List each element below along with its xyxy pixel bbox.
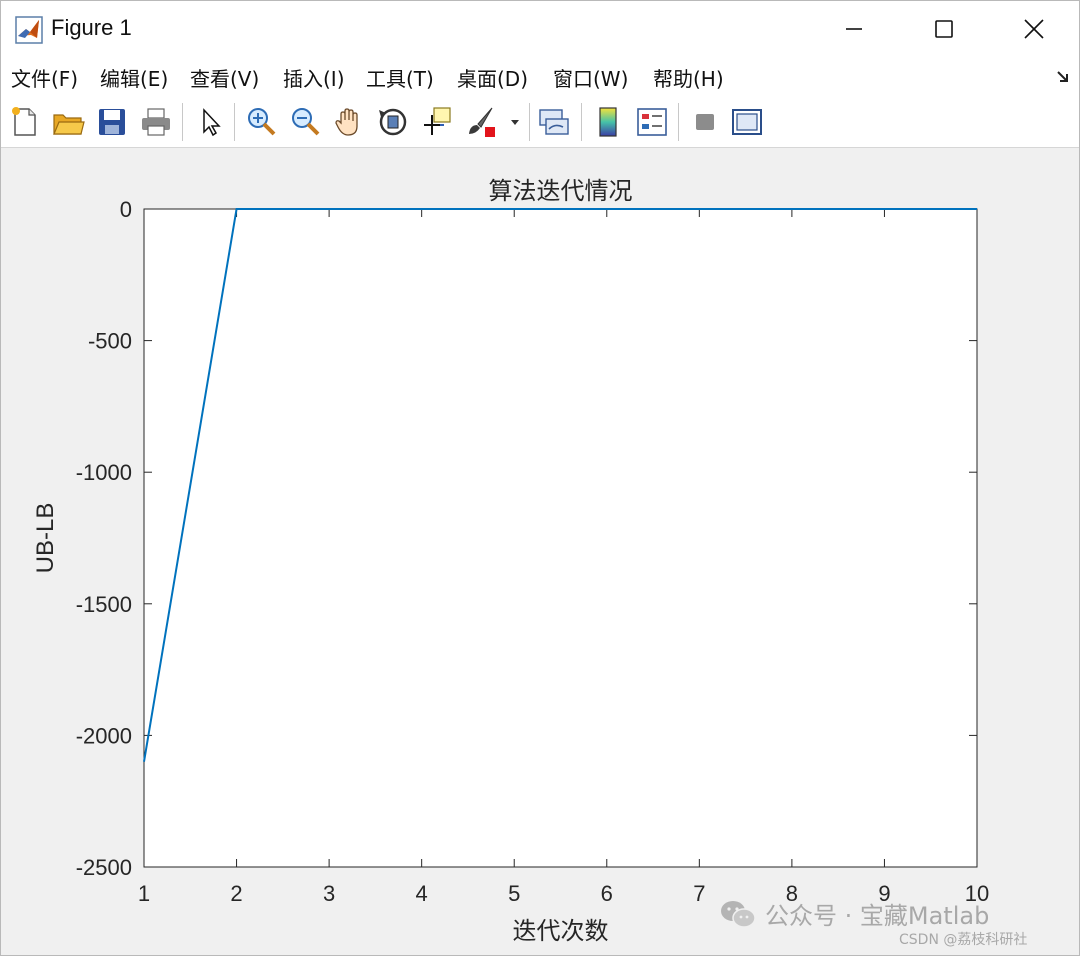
brush-dropdown-button[interactable] (506, 105, 524, 139)
show-tools-icon (732, 109, 762, 135)
close-button[interactable] (989, 1, 1079, 57)
figure-window: Figure 1 文件(F) 编辑(E) 查看(V) 插入(I) 工具(T) 桌… (0, 0, 1080, 956)
open-file-button[interactable] (51, 105, 85, 139)
new-figure-button[interactable] (7, 105, 41, 139)
y-tick-label: -1000 (76, 460, 132, 485)
menu-help[interactable]: 帮助(H) (653, 63, 724, 92)
zoom-in-button[interactable] (244, 105, 278, 139)
pointer-button[interactable] (194, 105, 228, 139)
show-tools-button[interactable] (730, 105, 764, 139)
colorbar-icon (599, 107, 617, 137)
link-plot-icon (539, 109, 569, 135)
y-tick-label: 0 (120, 197, 132, 222)
x-tick-label: 7 (693, 881, 705, 906)
pan-hand-icon (335, 108, 358, 136)
maximize-button[interactable] (899, 1, 989, 57)
x-tick-label: 6 (601, 881, 613, 906)
menu-insert[interactable]: 插入(I) (283, 63, 345, 92)
toolbar-separator (234, 103, 235, 141)
menu-window[interactable]: 窗口(W) (553, 63, 628, 92)
menu-bar: 文件(F) 编辑(E) 查看(V) 插入(I) 工具(T) 桌面(D) 窗口(W… (1, 57, 1079, 97)
hide-tools-button[interactable] (688, 105, 722, 139)
toolbar-separator (678, 103, 679, 141)
x-tick-label: 4 (416, 881, 428, 906)
title-bar: Figure 1 (1, 1, 1079, 57)
zoom-out-icon (292, 108, 320, 136)
rotate-3d-icon (379, 108, 407, 136)
save-icon (99, 109, 125, 135)
menu-tools[interactable]: 工具(T) (366, 63, 434, 92)
window-title: Figure 1 (51, 15, 132, 40)
x-tick-label: 2 (230, 881, 242, 906)
zoom-in-icon (248, 108, 276, 136)
toolbar-separator (529, 103, 530, 141)
x-tick-label: 5 (508, 881, 520, 906)
x-tick-label: 3 (323, 881, 335, 906)
figure-canvas: 1 2 3 4 5 6 7 8 9 10 0 -500 -1000 -1500 -2000 -2500 算法迭… (1, 148, 1079, 955)
chart-title: 算法迭代情况 (489, 177, 633, 205)
open-file-icon (53, 114, 85, 135)
data-cursor-button[interactable] (420, 105, 454, 139)
y-tick-label: -1500 (76, 592, 132, 617)
y-tick-label: -2500 (76, 855, 132, 880)
y-axis-label: UB-LB (32, 503, 59, 574)
x-axis-label: 迭代次数 (513, 917, 609, 945)
legend-icon (637, 108, 667, 136)
minimize-icon (846, 28, 862, 30)
toolbar-separator (182, 103, 183, 141)
print-icon (142, 108, 170, 136)
wechat-icon (721, 900, 756, 928)
brush-button[interactable] (464, 105, 498, 139)
axes-background (143, 208, 978, 868)
save-button[interactable] (95, 105, 129, 139)
zoom-out-button[interactable] (288, 105, 322, 139)
csdn-watermark: CSDN @荔枝科研社 (899, 932, 1028, 948)
minimize-button[interactable] (809, 1, 899, 57)
wechat-watermark: 公众号 · 宝藏Matlab (719, 896, 989, 931)
data-cursor-icon (424, 107, 451, 135)
maximize-icon (935, 20, 953, 38)
hide-tools-icon (696, 114, 714, 130)
brush-dropdown-icon (511, 120, 519, 125)
menu-edit[interactable]: 编辑(E) (100, 63, 168, 92)
y-tick-label: -2000 (76, 723, 132, 748)
menu-view[interactable]: 查看(V) (190, 63, 259, 92)
print-button[interactable] (139, 105, 173, 139)
link-plot-button[interactable] (537, 105, 571, 139)
y-tick-label: -500 (88, 329, 132, 354)
colorbar-button[interactable] (591, 105, 625, 139)
brush-icon (469, 107, 495, 137)
toolbar-separator (581, 103, 582, 141)
menu-file[interactable]: 文件(F) (11, 63, 78, 92)
close-icon (1024, 19, 1044, 39)
dock-arrow-icon[interactable] (1055, 69, 1071, 85)
pointer-icon (203, 108, 221, 137)
x-tick-label: 1 (138, 881, 150, 906)
axes-plot[interactable]: 1 2 3 4 5 6 7 8 9 100-500-1000-1500-2000-2500 算法迭… (1, 148, 1079, 955)
figure-toolbar (1, 97, 1079, 148)
new-figure-icon (12, 107, 36, 136)
legend-button[interactable] (635, 105, 669, 139)
watermark-main-text: 公众号 · 宝藏Matlab (765, 902, 990, 930)
rotate-3d-button[interactable] (376, 105, 410, 139)
menu-desktop[interactable]: 桌面(D) (457, 63, 528, 92)
matlab-logo-icon (15, 16, 43, 44)
pan-button[interactable] (332, 105, 366, 139)
